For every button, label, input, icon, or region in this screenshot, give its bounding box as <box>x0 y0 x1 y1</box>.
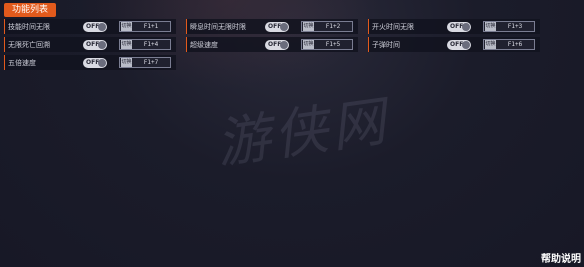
toggle-knob <box>280 22 288 31</box>
feature-list-tab[interactable]: 功能列表 <box>4 3 56 17</box>
feature-toggle[interactable]: OFF <box>447 21 471 32</box>
toggle-knob <box>462 22 470 31</box>
feature-toggle[interactable]: OFF <box>265 39 289 50</box>
hotkey-field[interactable]: 切换 F1+5 <box>301 39 353 50</box>
feature-toggle[interactable]: OFF <box>447 39 471 50</box>
feature-label: 五倍速度 <box>8 58 36 67</box>
feature-toggle[interactable]: OFF <box>265 21 289 32</box>
hotkey-field[interactable]: 切换 F1+6 <box>483 39 535 50</box>
feature-label: 技能时间无限 <box>8 22 50 31</box>
feature-row: 五倍速度 OFF 切换 F1+7 <box>4 55 176 70</box>
feature-label: 开火时间无限 <box>372 22 414 31</box>
hotkey-value: F1+4 <box>143 41 159 48</box>
feature-row: 开火时间无限 OFF 切换 F1+3 <box>368 19 540 34</box>
hotkey-value: F1+7 <box>143 59 159 66</box>
feature-label: 超级速度 <box>190 40 218 49</box>
hotkey-value: F1+6 <box>507 41 523 48</box>
feature-toggle[interactable]: OFF <box>83 21 107 32</box>
toggle-knob <box>98 40 106 49</box>
toggle-knob <box>98 22 106 31</box>
watermark-logo: 游侠网 <box>212 89 394 176</box>
feature-label: 无限死亡回溯 <box>8 40 50 49</box>
feature-label: 子弹时间 <box>372 40 400 49</box>
toggle-knob <box>98 58 106 67</box>
feature-row: 技能时间无限 OFF 切换 F1+1 <box>4 19 176 34</box>
feature-row: 无限死亡回溯 OFF 切换 F1+4 <box>4 37 176 52</box>
help-button[interactable]: 帮助说明 <box>541 250 581 265</box>
switch-label: 切换 <box>485 22 496 31</box>
feature-row: 超级速度 OFF 切换 F1+5 <box>186 37 358 52</box>
switch-label: 切换 <box>303 40 314 49</box>
feature-toggle[interactable]: OFF <box>83 57 107 68</box>
toggle-knob <box>462 40 470 49</box>
toggle-knob <box>280 40 288 49</box>
switch-label: 切换 <box>485 40 496 49</box>
hotkey-value: F1+5 <box>325 41 341 48</box>
hotkey-value: F1+3 <box>507 23 523 30</box>
switch-label: 切换 <box>303 22 314 31</box>
switch-label: 切换 <box>121 58 132 67</box>
feature-label: 瞬息时间无限时限 <box>190 22 246 31</box>
hotkey-field[interactable]: 切换 F1+7 <box>119 57 171 68</box>
switch-label: 切换 <box>121 40 132 49</box>
hotkey-field[interactable]: 切换 F1+3 <box>483 21 535 32</box>
hotkey-value: F1+1 <box>143 23 159 30</box>
hotkey-field[interactable]: 切换 F1+4 <box>119 39 171 50</box>
hotkey-value: F1+2 <box>325 23 341 30</box>
feature-toggle[interactable]: OFF <box>83 39 107 50</box>
switch-label: 切换 <box>121 22 132 31</box>
hotkey-field[interactable]: 切换 F1+2 <box>301 21 353 32</box>
feature-row: 子弹时间 OFF 切换 F1+6 <box>368 37 540 52</box>
feature-row: 瞬息时间无限时限 OFF 切换 F1+2 <box>186 19 358 34</box>
hotkey-field[interactable]: 切换 F1+1 <box>119 21 171 32</box>
